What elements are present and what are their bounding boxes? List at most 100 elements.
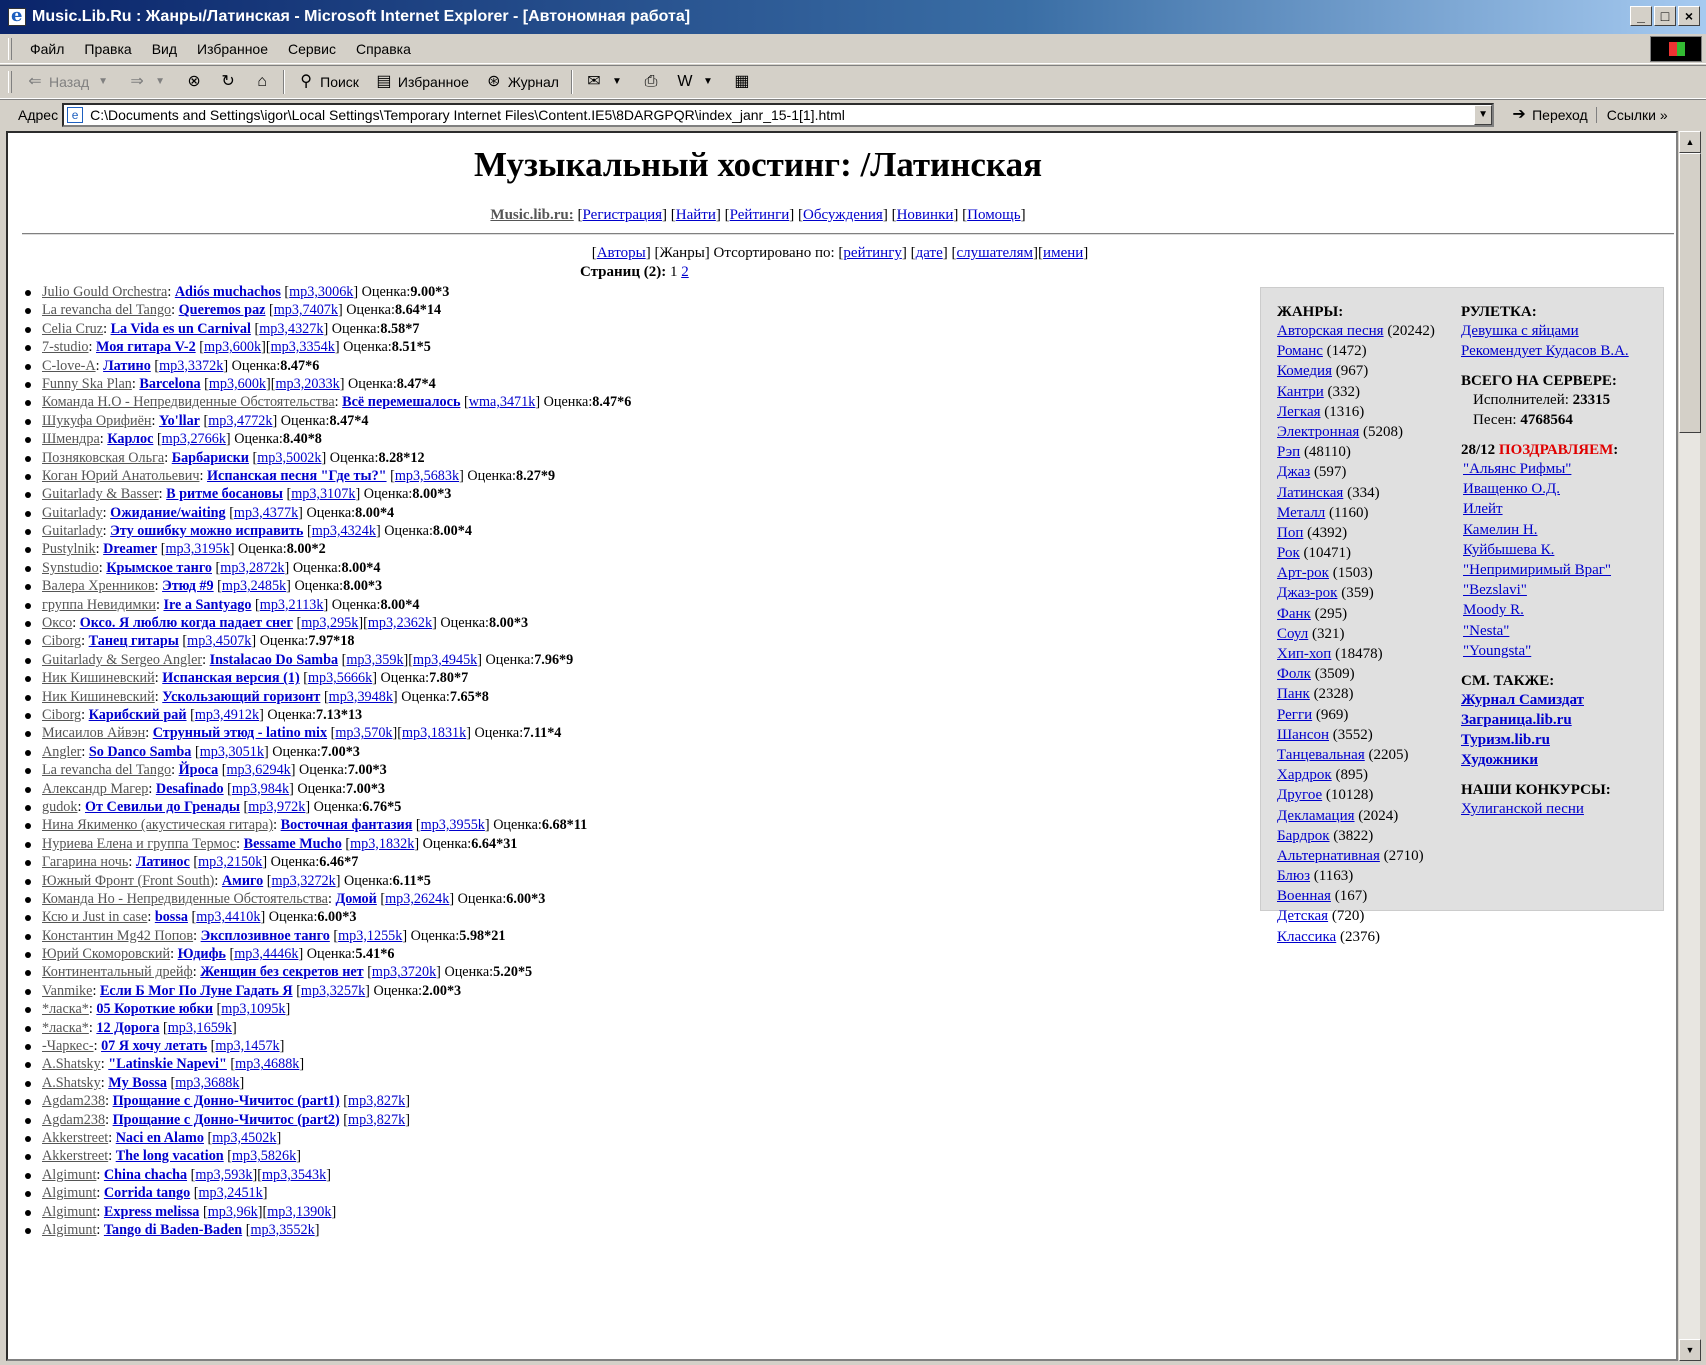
- song-author[interactable]: La revancha del Tango: [42, 762, 171, 778]
- scroll-down-button[interactable]: ▼: [1679, 1339, 1701, 1361]
- song-title[interactable]: "Latinskie Napevi": [108, 1056, 227, 1072]
- song-title[interactable]: Юдифь: [178, 946, 226, 962]
- address-input[interactable]: e C:\Documents and Settings\igor\Local S…: [62, 102, 1495, 127]
- song-file-link[interactable]: mp3,1095k: [221, 1001, 285, 1017]
- song-file-link[interactable]: mp3,3688k: [175, 1075, 239, 1091]
- song-title[interactable]: Домой: [335, 891, 376, 907]
- menu-view[interactable]: Вид: [142, 41, 187, 57]
- genre-link[interactable]: Арт-рок: [1277, 565, 1329, 581]
- song-title[interactable]: bossa: [155, 909, 188, 925]
- genre-link[interactable]: Фанк: [1277, 606, 1311, 622]
- song-file-link[interactable]: mp3,2485k: [222, 578, 286, 594]
- song-author[interactable]: Algimunt: [42, 1222, 96, 1238]
- song-title[interactable]: Женщин без секретов нет: [200, 964, 363, 980]
- song-title[interactable]: 12 Дорога: [96, 1020, 159, 1036]
- genre-link[interactable]: Бардрок: [1277, 828, 1330, 844]
- song-file-link[interactable]: mp3,4688k: [235, 1056, 299, 1072]
- song-file-link[interactable]: mp3,827k: [348, 1093, 405, 1109]
- congrats-link[interactable]: Куйбышева К.: [1463, 540, 1661, 560]
- song-file-link[interactable]: mp3,3543k: [262, 1167, 326, 1183]
- song-author[interactable]: Константин Mg42 Попов: [42, 928, 193, 944]
- song-author[interactable]: *ласка*: [42, 1020, 89, 1036]
- genre-link[interactable]: Рэп: [1277, 444, 1300, 460]
- song-file-link[interactable]: mp3,295k: [301, 615, 358, 631]
- genre-link[interactable]: Джаз-рок: [1277, 585, 1337, 601]
- song-file-link[interactable]: mp3,1457k: [215, 1038, 279, 1054]
- song-file-link[interactable]: mp3,5666k: [308, 670, 372, 686]
- song-file-link[interactable]: mp3,827k: [348, 1112, 405, 1128]
- song-file-link[interactable]: mp3,3195k: [166, 541, 230, 557]
- authors-link[interactable]: Авторы: [597, 245, 646, 261]
- congrats-link[interactable]: "Bezslavi": [1463, 580, 1661, 600]
- genre-link[interactable]: Классика: [1277, 929, 1336, 945]
- song-author[interactable]: Ciborg: [42, 707, 81, 723]
- song-file-link[interactable]: mp3,972k: [248, 799, 305, 815]
- song-file-link[interactable]: mp3,600k: [204, 339, 261, 355]
- song-author[interactable]: Ciborg: [42, 633, 81, 649]
- song-title[interactable]: Прощание с Донно-Чичитос (part2): [113, 1112, 340, 1128]
- song-title[interactable]: Латинос: [136, 854, 190, 870]
- song-author[interactable]: *ласка*: [42, 1001, 89, 1017]
- song-author[interactable]: Коган Юрий Анатольевич: [42, 468, 199, 484]
- genre-link[interactable]: Комедия: [1277, 363, 1332, 379]
- song-file-link[interactable]: mp3,3720k: [372, 964, 436, 980]
- song-file-link[interactable]: mp3,3107k: [291, 486, 355, 502]
- song-file-link[interactable]: mp3,5002k: [257, 450, 321, 466]
- song-file-link[interactable]: mp3,3257k: [301, 983, 365, 999]
- genre-link[interactable]: Декламация: [1277, 808, 1355, 824]
- close-button[interactable]: ×: [1678, 6, 1700, 26]
- song-file-link[interactable]: mp3,1659k: [168, 1020, 232, 1036]
- menu-edit[interactable]: Правка: [74, 41, 141, 57]
- song-title[interactable]: От Севильи до Гренады: [85, 799, 240, 815]
- song-title[interactable]: Express melissa: [104, 1204, 200, 1220]
- song-author[interactable]: Ник Кишиневский: [42, 670, 155, 686]
- song-file-link[interactable]: mp3,3552k: [250, 1222, 314, 1238]
- genre-link[interactable]: Хардрок: [1277, 767, 1332, 783]
- genre-link[interactable]: Легкая: [1277, 404, 1321, 420]
- genre-link[interactable]: Романс: [1277, 343, 1323, 359]
- congrats-link[interactable]: "Непримиримый Враг": [1463, 560, 1661, 580]
- song-title[interactable]: Крымское танго: [106, 560, 212, 576]
- song-file-link[interactable]: mp3,4507k: [187, 633, 251, 649]
- song-title[interactable]: Если Б Мог По Луне Гадать Я: [100, 983, 293, 999]
- song-title[interactable]: Барбариски: [172, 450, 249, 466]
- song-file-link[interactable]: mp3,2113k: [260, 597, 324, 613]
- congrats-link[interactable]: Камелин Н.: [1463, 520, 1661, 540]
- song-file-link[interactable]: wma,3471k: [469, 394, 536, 410]
- song-title[interactable]: Desafinado: [156, 781, 224, 797]
- song-author[interactable]: Algimunt: [42, 1204, 96, 1220]
- genre-link[interactable]: Соул: [1277, 626, 1308, 642]
- song-title[interactable]: Танец гитары: [89, 633, 179, 649]
- menu-file[interactable]: Файл: [20, 41, 74, 57]
- nav-discussions[interactable]: Обсуждения: [803, 207, 883, 223]
- song-title[interactable]: Corrida tango: [104, 1185, 190, 1201]
- vertical-scrollbar[interactable]: ▲ ▼: [1678, 131, 1701, 1361]
- song-title[interactable]: Bessame Mucho: [244, 836, 342, 852]
- song-author[interactable]: Akkerstreet: [42, 1130, 108, 1146]
- song-file-link[interactable]: mp3,4945k: [413, 652, 477, 668]
- nav-register[interactable]: Регистрация: [583, 207, 663, 223]
- song-title[interactable]: 07 Я хочу летать: [101, 1038, 207, 1054]
- song-author[interactable]: Vanmike: [42, 983, 92, 999]
- genre-link[interactable]: Хип-хоп: [1277, 646, 1331, 662]
- congrats-link[interactable]: Иващенко О.Д.: [1463, 479, 1661, 499]
- song-file-link[interactable]: mp3,1255k: [338, 928, 402, 944]
- song-title[interactable]: Прощание с Донно-Чичитос (part1): [113, 1093, 340, 1109]
- song-author[interactable]: Guitarlady: [42, 505, 103, 521]
- nav-ratings[interactable]: Рейтинги: [730, 207, 790, 223]
- song-file-link[interactable]: mp3,4377k: [234, 505, 298, 521]
- back-button[interactable]: ⇐ Назад ▼: [18, 68, 120, 96]
- song-author[interactable]: Angler: [42, 744, 81, 760]
- song-file-link[interactable]: mp3,1832k: [350, 836, 414, 852]
- song-file-link[interactable]: mp3,3955k: [421, 817, 485, 833]
- song-author[interactable]: Guitarlady: [42, 523, 103, 539]
- song-title[interactable]: Эту ошибку можно исправить: [110, 523, 303, 539]
- song-title[interactable]: Всё перемешалось: [342, 394, 460, 410]
- song-title[interactable]: China chacha: [104, 1167, 187, 1183]
- song-author[interactable]: La revancha del Tango: [42, 302, 171, 318]
- song-file-link[interactable]: mp3,2150k: [198, 854, 262, 870]
- song-title[interactable]: Эксплозивное танго: [201, 928, 330, 944]
- song-author[interactable]: Synstudio: [42, 560, 99, 576]
- links-button[interactable]: Ссылки »: [1595, 106, 1668, 123]
- genre-link[interactable]: Блюз: [1277, 868, 1310, 884]
